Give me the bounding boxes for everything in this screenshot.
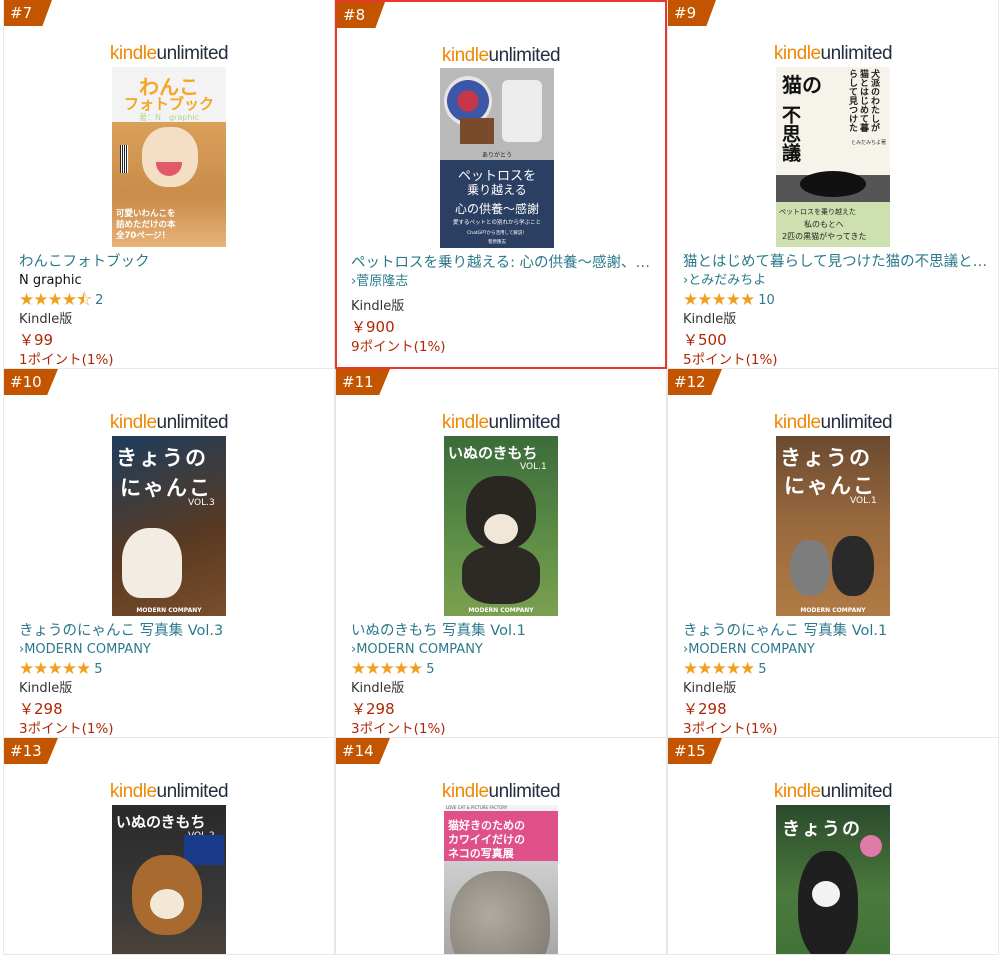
book-cover[interactable]: いぬのきもち VOL.2 bbox=[112, 805, 226, 954]
kindle-unlimited-logo: kindleunlimited bbox=[109, 412, 229, 433]
points: 3ポイント(1%) bbox=[351, 721, 446, 737]
points: 9ポイント(1%) bbox=[351, 339, 446, 355]
kindle-unlimited-logo: kindleunlimited bbox=[773, 43, 893, 64]
author-link[interactable]: ›MODERN COMPANY bbox=[351, 641, 656, 659]
product-title-link[interactable]: いぬのきもち 写真集 Vol.1 bbox=[351, 621, 656, 641]
rating-count-link[interactable]: 10 bbox=[758, 293, 775, 308]
book-cover[interactable]: きょうの にゃんこ VOL.3 MODERN COMPANY bbox=[112, 436, 226, 616]
rank-badge: #10 bbox=[4, 369, 58, 395]
product-title-link[interactable]: きょうのにゃんこ 写真集 Vol.3 bbox=[19, 621, 324, 641]
rank-badge: #9 bbox=[668, 0, 716, 26]
kindle-unlimited-logo: kindleunlimited bbox=[441, 781, 561, 802]
author-link[interactable]: ›菅原隆志 bbox=[351, 273, 656, 291]
rank-badge: #11 bbox=[336, 369, 390, 395]
rank-badge: #14 bbox=[336, 738, 390, 764]
price: ￥298 bbox=[351, 700, 395, 718]
kindle-unlimited-logo: kindleunlimited bbox=[441, 412, 561, 433]
kindle-unlimited-logo: kindleunlimited bbox=[109, 781, 229, 802]
price: ￥500 bbox=[683, 331, 727, 349]
product-card-12[interactable]: #12 kindleunlimited きょうの にゃんこ VOL.1 MODE… bbox=[667, 369, 999, 738]
rating-count-link[interactable]: 5 bbox=[758, 662, 766, 677]
format-label: Kindle版 bbox=[351, 299, 405, 314]
bestseller-grid: #7 kindleunlimited わんこ フォトブック 著：N graphi… bbox=[0, 0, 1000, 955]
rank-badge: #13 bbox=[4, 738, 58, 764]
rating-count-link[interactable]: 2 bbox=[95, 293, 103, 308]
kindle-unlimited-logo: kindleunlimited bbox=[441, 45, 561, 66]
rank-badge: #7 bbox=[4, 0, 52, 26]
kindle-unlimited-logo: kindleunlimited bbox=[109, 43, 229, 64]
product-title-link[interactable]: わんこフォトブック bbox=[19, 252, 324, 272]
points: 1ポイント(1%) bbox=[19, 352, 114, 368]
format-label: Kindle版 bbox=[19, 312, 73, 327]
rank-badge: #12 bbox=[668, 369, 722, 395]
author-link[interactable]: ›MODERN COMPANY bbox=[19, 641, 324, 659]
author-link[interactable]: ›とみだみちよ bbox=[683, 272, 988, 290]
product-card-9[interactable]: #9 kindleunlimited 猫の 不思議 犬派のわたしが猫とはじめて暮… bbox=[667, 0, 999, 369]
format-label: Kindle版 bbox=[351, 681, 405, 696]
product-title-link[interactable]: ペットロスを乗り越える: 心の供養〜感謝、… bbox=[351, 253, 656, 273]
rating-count-link[interactable]: 5 bbox=[94, 662, 102, 677]
points: 3ポイント(1%) bbox=[683, 721, 778, 737]
format-label: Kindle版 bbox=[683, 681, 737, 696]
product-card-8[interactable]: #8 kindleunlimited ありがとう ペットロスを 乗り越える 心の… bbox=[335, 0, 667, 369]
star-rating-icon[interactable]: ★★★★⯪ bbox=[19, 290, 92, 310]
product-title-link[interactable]: 猫とはじめて暮らして見つけた猫の不思議と… bbox=[683, 252, 988, 272]
book-cover[interactable]: ありがとう ペットロスを 乗り越える 心の供養〜感謝 愛するペットとの別れから学… bbox=[440, 68, 554, 248]
book-cover[interactable]: いぬのきもち VOL.1 MODERN COMPANY bbox=[444, 436, 558, 616]
price: ￥99 bbox=[19, 331, 54, 349]
star-rating-icon[interactable]: ★★★★★ bbox=[351, 659, 423, 679]
book-cover[interactable]: わんこ フォトブック 著：N graphic 可愛いわんこを 詰めただけの本 全… bbox=[112, 67, 226, 247]
product-card-15[interactable]: #15 kindleunlimited きょうの bbox=[667, 738, 999, 955]
product-card-11[interactable]: #11 kindleunlimited いぬのきもち VOL.1 MODERN … bbox=[335, 369, 667, 738]
product-card-13[interactable]: #13 kindleunlimited いぬのきもち VOL.2 bbox=[3, 738, 335, 955]
rating-count-link[interactable]: 5 bbox=[426, 662, 434, 677]
product-card-14[interactable]: #14 kindleunlimited LOVE CAT & PICTURE F… bbox=[335, 738, 667, 955]
kindle-unlimited-logo: kindleunlimited bbox=[773, 781, 893, 802]
price: ￥298 bbox=[19, 700, 63, 718]
star-rating-icon[interactable]: ★★★★★ bbox=[19, 659, 91, 679]
format-label: Kindle版 bbox=[19, 681, 73, 696]
star-rating-icon[interactable]: ★★★★★ bbox=[683, 659, 755, 679]
price: ￥900 bbox=[351, 318, 395, 336]
price: ￥298 bbox=[683, 700, 727, 718]
product-title-link[interactable]: きょうのにゃんこ 写真集 Vol.1 bbox=[683, 621, 988, 641]
book-cover[interactable]: きょうの bbox=[776, 805, 890, 954]
author-link[interactable]: ›MODERN COMPANY bbox=[683, 641, 988, 659]
rank-badge: #15 bbox=[668, 738, 722, 764]
rank-badge: #8 bbox=[337, 2, 385, 28]
format-label: Kindle版 bbox=[683, 312, 737, 327]
product-card-10[interactable]: #10 kindleunlimited きょうの にゃんこ VOL.3 MODE… bbox=[3, 369, 335, 738]
book-cover[interactable]: LOVE CAT & PICTURE FACTORY 猫好きのための カワイイだ… bbox=[444, 805, 558, 954]
book-cover[interactable]: きょうの にゃんこ VOL.1 MODERN COMPANY bbox=[776, 436, 890, 616]
points: 3ポイント(1%) bbox=[19, 721, 114, 737]
points: 5ポイント(1%) bbox=[683, 352, 778, 368]
star-rating-icon[interactable]: ★★★★★ bbox=[683, 290, 755, 310]
kindle-unlimited-logo: kindleunlimited bbox=[773, 412, 893, 433]
book-cover[interactable]: 猫の 不思議 犬派のわたしが猫とはじめて暮らして見つけた とみだみちよ著 ペット… bbox=[776, 67, 890, 247]
product-card-7[interactable]: #7 kindleunlimited わんこ フォトブック 著：N graphi… bbox=[3, 0, 335, 369]
author-name: N graphic bbox=[19, 273, 82, 288]
